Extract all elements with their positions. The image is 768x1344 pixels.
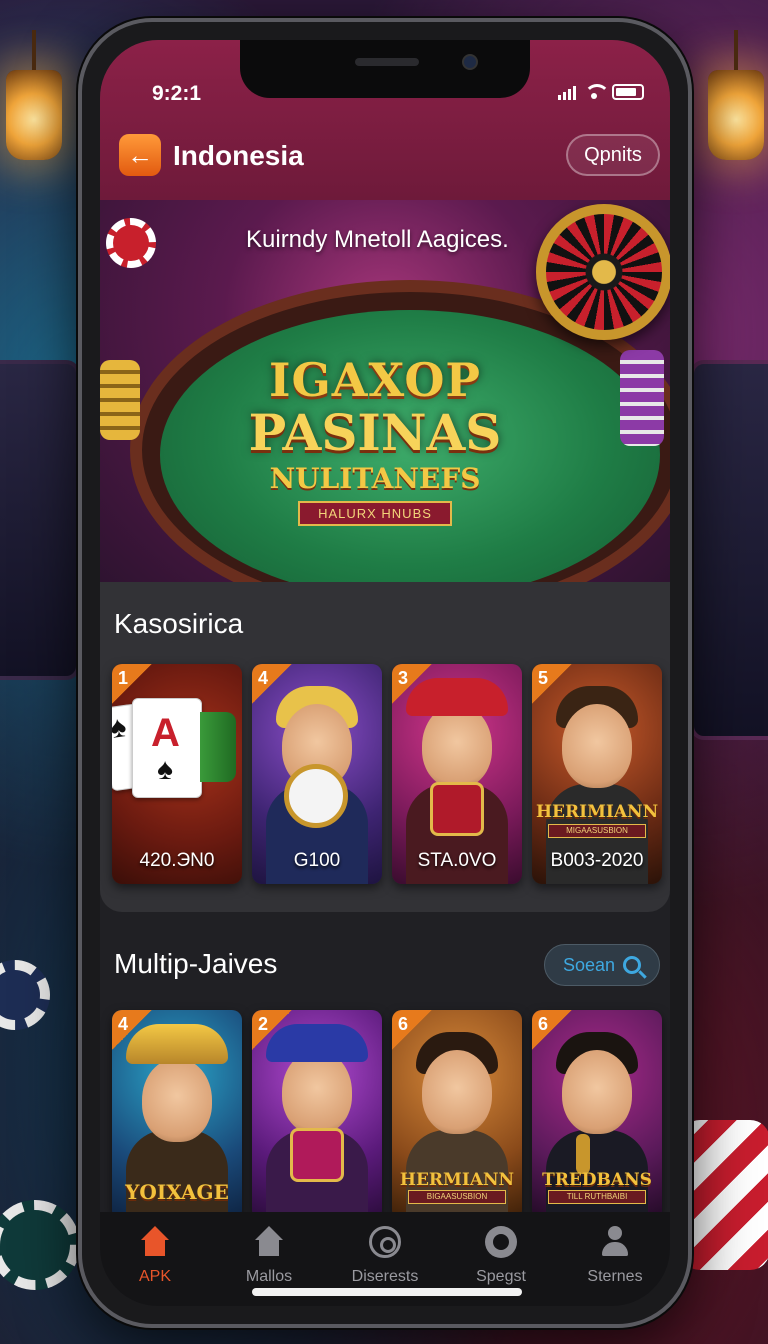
rank-number: 1 <box>118 668 129 688</box>
home-icon <box>253 1226 285 1258</box>
section-title: Kasosirica <box>114 608 244 639</box>
phone-frame: 9:2:1 ← Indonesia Qpnits Kuirndy Mnetoll… <box>78 18 692 1328</box>
search-button[interactable]: Soean <box>544 944 660 986</box>
character-face <box>282 1050 352 1134</box>
clock-icon <box>284 764 348 828</box>
promo-banner[interactable]: Kuirndy Mnetoll Aagices. IGAXOP PASINAS … <box>100 200 670 582</box>
home-icon <box>139 1226 171 1258</box>
card-prop <box>290 1128 344 1182</box>
nav-item-spegst[interactable]: Spegst <box>446 1224 556 1285</box>
nav-label: Mallos <box>245 1268 293 1285</box>
page-title: Indonesia <box>173 140 304 171</box>
game-card[interactable]: TREDBANS TILL RUTHBAIBI 6 <box>532 1010 662 1220</box>
poker-chip <box>0 1200 80 1290</box>
card-gold-title: HERMIANN <box>399 1170 515 1190</box>
nav-label: Sternes <box>587 1268 643 1285</box>
rank-number: 6 <box>398 1014 409 1034</box>
nav-label: Spegst <box>476 1268 526 1285</box>
slot-machine-right <box>690 360 768 740</box>
game-card[interactable]: 3 STA.0VO <box>392 664 522 884</box>
chip-stack <box>100 360 140 440</box>
card-caption: 420.ЭN0 <box>139 850 215 871</box>
playing-card: A ♠ <box>132 698 202 798</box>
poker-chip <box>0 960 50 1030</box>
character-body <box>126 1130 228 1220</box>
search-label: Soean <box>562 954 616 975</box>
poker-chip <box>106 218 156 268</box>
battery-icon <box>612 84 644 100</box>
card-gold-subtitle: MIGAASUSBION <box>548 824 646 838</box>
chip-stack <box>680 1120 768 1270</box>
card-gold-subtitle: TILL RUTHBAIBI <box>548 1190 646 1204</box>
lantern-left <box>6 30 62 160</box>
card-table <box>200 712 236 782</box>
front-camera <box>462 54 478 70</box>
logo-line: IGAXOP <box>268 352 482 407</box>
rank-number: 4 <box>118 1014 129 1034</box>
card-caption: B003-2020 <box>550 850 644 871</box>
logo-ribbon: HALURX HNUBS <box>298 500 452 526</box>
arrow-left-icon: ← <box>127 139 153 170</box>
speaker-grille <box>355 58 419 66</box>
section-title: Multip-Jaives <box>114 948 278 979</box>
options-button[interactable]: Qpnits <box>566 134 660 176</box>
logo-line: NULITANEFS <box>269 461 481 495</box>
card-gold-title: YOIXAGE <box>125 1180 229 1204</box>
game-card[interactable]: 4 G100 <box>252 664 382 884</box>
nav-item-apk[interactable]: APK <box>100 1224 210 1285</box>
banner-logo: IGAXOP PASINAS NULITANEFS HALURX HNUBS <box>232 340 518 538</box>
character-face <box>562 1050 632 1134</box>
game-card[interactable]: HERIMIANN MIGAASUSBION 5 B003-2020 <box>532 664 662 884</box>
signal-icon <box>558 84 576 100</box>
person-icon <box>599 1226 631 1258</box>
chip-stack <box>620 350 664 446</box>
status-time: 9:2:1 <box>152 82 202 105</box>
card-caption: G100 <box>293 850 341 871</box>
notch <box>240 40 530 98</box>
back-button[interactable]: ← <box>119 134 161 176</box>
banner-tagline: Kuirndy Mnetoll Aagices. <box>246 226 509 253</box>
rank-number: 5 <box>538 668 549 688</box>
game-card[interactable]: ♠ A ♠ 1 420.ЭN0 <box>112 664 242 884</box>
card-gold-title: TREDBANS <box>542 1170 652 1190</box>
logo-line: PASINAS <box>248 402 502 462</box>
character-face <box>422 704 492 788</box>
slot-machine-left <box>0 360 80 680</box>
wifi-icon <box>584 84 610 100</box>
rank-number: 3 <box>398 668 409 688</box>
game-card[interactable]: YOIXAGE 4 <box>112 1010 242 1220</box>
card-gold-subtitle: BIGAASUSBION <box>408 1190 506 1204</box>
game-card[interactable]: HERMIANN BIGAASUSBION 6 <box>392 1010 522 1220</box>
nav-item-diserests[interactable]: Diserests <box>330 1224 440 1285</box>
status-icons <box>558 84 644 100</box>
search-icon <box>623 956 642 974</box>
rank-number: 2 <box>258 1014 269 1034</box>
card-prop <box>430 782 484 836</box>
disc-icon <box>369 1226 401 1258</box>
gear-icon <box>485 1226 517 1258</box>
nav-label: APK <box>138 1268 171 1285</box>
character-face <box>562 704 632 788</box>
nav-item-sternes[interactable]: Sternes <box>560 1224 670 1285</box>
rank-number: 4 <box>258 668 269 688</box>
character-face <box>142 1058 212 1142</box>
card-caption: STA.0VO <box>417 850 497 871</box>
phone-screen: 9:2:1 ← Indonesia Qpnits Kuirndy Mnetoll… <box>100 40 670 1306</box>
lantern-right <box>708 30 764 160</box>
nav-item-mallos[interactable]: Mallos <box>214 1224 324 1285</box>
character-face <box>422 1050 492 1134</box>
microphone-icon <box>576 1134 590 1174</box>
nav-label: Diserests <box>351 1268 419 1285</box>
game-card[interactable]: 2 <box>252 1010 382 1220</box>
card-gold-title: HERIMIANN <box>536 802 659 822</box>
rank-number: 6 <box>538 1014 549 1034</box>
roulette-wheel <box>536 204 670 340</box>
home-indicator[interactable] <box>252 1288 522 1296</box>
